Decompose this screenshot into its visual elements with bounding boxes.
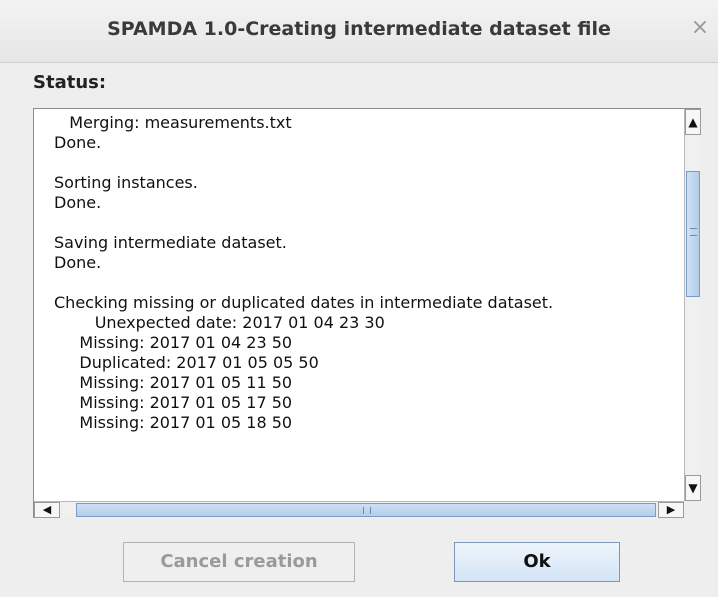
log-line: Duplicated: 2017 01 05 05 50 bbox=[54, 353, 319, 372]
log-line: Done. bbox=[54, 133, 102, 152]
scrollbar-corner bbox=[684, 501, 701, 518]
scroll-down-icon[interactable]: ▼ bbox=[685, 475, 701, 501]
log-line: Missing: 2017 01 04 23 50 bbox=[54, 333, 293, 352]
close-icon[interactable]: × bbox=[687, 15, 713, 41]
horizontal-scrollbar[interactable]: ◀ ▶ bbox=[34, 501, 684, 518]
log-line: Missing: 2017 01 05 17 50 bbox=[54, 393, 293, 412]
log-line: Missing: 2017 01 05 18 50 bbox=[54, 413, 293, 432]
horizontal-scroll-thumb[interactable] bbox=[76, 503, 656, 517]
status-text-area[interactable]: Merging: measurements.txt Done. Sorting in… bbox=[33, 108, 701, 518]
ok-button[interactable]: Ok bbox=[454, 542, 620, 582]
log-line: Merging: measurements.txt bbox=[54, 113, 292, 132]
log-line: Saving intermediate dataset. bbox=[54, 233, 287, 252]
log-line: Missing: 2017 01 05 11 50 bbox=[54, 373, 293, 392]
cancel-creation-button[interactable]: Cancel creation bbox=[123, 542, 355, 582]
status-log: Merging: measurements.txt Done. Sorting in… bbox=[34, 109, 684, 501]
log-line: Done. bbox=[54, 253, 102, 272]
log-line: Checking missing or duplicated dates in … bbox=[54, 293, 554, 312]
log-line: Sorting instances. bbox=[54, 173, 198, 192]
dialog-window: SPAMDA 1.0-Creating intermediate dataset… bbox=[0, 0, 718, 597]
status-label: Status: bbox=[33, 72, 107, 93]
grip-icon bbox=[690, 228, 697, 236]
log-line: Done. bbox=[54, 193, 102, 212]
vertical-scrollbar[interactable]: ▲ ▼ bbox=[684, 109, 701, 501]
scroll-left-icon[interactable]: ◀ bbox=[34, 502, 60, 518]
window-title: SPAMDA 1.0-Creating intermediate dataset… bbox=[107, 18, 611, 40]
vertical-scroll-thumb[interactable] bbox=[686, 171, 700, 297]
log-line: Unexpected date: 2017 01 04 23 30 bbox=[54, 313, 385, 332]
grip-icon bbox=[363, 507, 371, 514]
scroll-up-icon[interactable]: ▲ bbox=[685, 109, 701, 135]
scroll-right-icon[interactable]: ▶ bbox=[658, 502, 684, 518]
title-bar[interactable]: SPAMDA 1.0-Creating intermediate dataset… bbox=[0, 0, 718, 63]
